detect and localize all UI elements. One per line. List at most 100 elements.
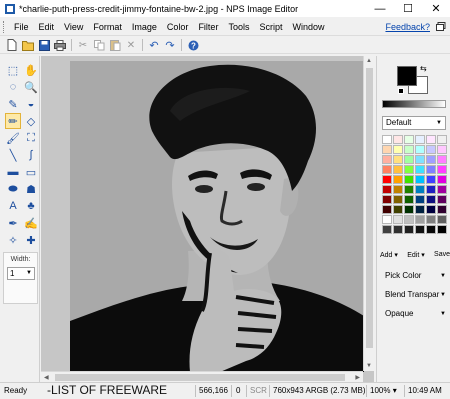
menu-edit[interactable]: Edit — [34, 22, 60, 32]
palette-swatch[interactable] — [415, 225, 425, 234]
palette-swatch[interactable] — [393, 135, 403, 144]
palette-swatch[interactable] — [437, 145, 447, 154]
horizontal-scroll-thumb[interactable] — [55, 374, 345, 381]
move-tool-icon[interactable]: ✚ — [23, 232, 39, 248]
scroll-down-icon[interactable]: ▼ — [366, 363, 372, 369]
lasso-tool-icon[interactable]: ◌ — [5, 79, 21, 95]
palette-swatch[interactable] — [393, 205, 403, 214]
palette-swatch[interactable] — [415, 175, 425, 184]
palette-swatch[interactable] — [382, 185, 392, 194]
line-tool-icon[interactable]: ╲ — [5, 147, 21, 163]
pencil-tool-icon[interactable]: ✏ — [5, 113, 21, 129]
menu-view[interactable]: View — [59, 22, 88, 32]
pen-tool-icon[interactable]: ✒ — [5, 215, 21, 231]
menu-format[interactable]: Format — [88, 22, 127, 32]
gradient-bar[interactable] — [382, 100, 446, 108]
palette-swatch[interactable] — [437, 155, 447, 164]
menu-filter[interactable]: Filter — [193, 22, 223, 32]
palette-swatch[interactable] — [415, 195, 425, 204]
palette-edit-button[interactable]: Edit ▾ — [407, 251, 425, 259]
palette-swatch[interactable] — [393, 155, 403, 164]
canvas-image[interactable] — [70, 61, 364, 372]
palette-swatch[interactable] — [437, 195, 447, 204]
palette-swatch[interactable] — [404, 165, 414, 174]
palette-swatch[interactable] — [437, 185, 447, 194]
palette-swatch[interactable] — [404, 225, 414, 234]
eraser-tool-icon[interactable]: ◇ — [23, 113, 39, 129]
freeform-shape-tool-icon[interactable]: ☗ — [23, 181, 39, 197]
palette-swatch[interactable] — [426, 175, 436, 184]
menu-script[interactable]: Script — [254, 22, 287, 32]
copy-icon[interactable] — [91, 38, 107, 52]
palette-swatch[interactable] — [404, 155, 414, 164]
select-dotted-tool-icon[interactable]: ⬚ — [5, 62, 21, 78]
palette-swatch[interactable] — [426, 155, 436, 164]
blend-mode-select[interactable]: Blend Transpar ▼ — [382, 288, 448, 302]
palette-swatch[interactable] — [415, 215, 425, 224]
palette-swatch[interactable] — [404, 145, 414, 154]
palette-swatch[interactable] — [404, 205, 414, 214]
palette-select[interactable]: Default ▼ — [382, 116, 446, 130]
palette-swatch[interactable] — [426, 205, 436, 214]
palette-swatch[interactable] — [426, 165, 436, 174]
palette-swatch[interactable] — [437, 135, 447, 144]
palette-swatch[interactable] — [415, 135, 425, 144]
save-icon[interactable] — [36, 38, 52, 52]
new-file-icon[interactable] — [4, 38, 20, 52]
minimize-button[interactable]: — — [366, 0, 394, 17]
palette-swatch[interactable] — [382, 175, 392, 184]
palette-swatch[interactable] — [382, 195, 392, 204]
redo-icon[interactable]: ↷ — [162, 38, 178, 52]
status-zoom[interactable]: 100% ▾ — [370, 386, 397, 395]
vertical-scrollbar[interactable]: ▲ ▼ — [363, 56, 374, 371]
palette-add-button[interactable]: Add ▾ — [380, 251, 398, 259]
canvas-workspace[interactable]: ▲ ▼ ◀ ▶ — [41, 56, 374, 382]
scroll-right-icon[interactable]: ▶ — [355, 374, 360, 381]
text-tool-icon[interactable]: A — [5, 198, 21, 214]
menu-color[interactable]: Color — [162, 22, 194, 32]
menu-window[interactable]: Window — [287, 22, 329, 32]
smudge-tool-icon[interactable]: ✍ — [23, 215, 39, 231]
palette-swatch[interactable] — [404, 135, 414, 144]
swap-colors-icon[interactable]: ⇆ — [420, 64, 427, 73]
palette-swatch[interactable] — [382, 225, 392, 234]
horizontal-scrollbar[interactable]: ◀ ▶ — [41, 371, 363, 382]
palette-save-button[interactable]: Save — [434, 251, 450, 259]
palette-swatch[interactable] — [393, 225, 403, 234]
palette-swatch[interactable] — [437, 205, 447, 214]
cut-icon[interactable]: ✂ — [75, 38, 91, 52]
palette-swatch[interactable] — [393, 215, 403, 224]
palette-swatch[interactable] — [415, 145, 425, 154]
menu-tools[interactable]: Tools — [223, 22, 254, 32]
palette-swatch[interactable] — [426, 145, 436, 154]
palette-swatch[interactable] — [404, 195, 414, 204]
feedback-link[interactable]: Feedback? — [385, 22, 430, 32]
palette-swatch[interactable] — [393, 195, 403, 204]
help-icon[interactable]: ? — [185, 38, 201, 52]
palette-swatch[interactable] — [426, 135, 436, 144]
opacity-select[interactable]: Opaque ▼ — [382, 307, 448, 321]
palette-swatch[interactable] — [382, 165, 392, 174]
palette-swatch[interactable] — [382, 205, 392, 214]
open-file-icon[interactable] — [20, 38, 36, 52]
palette-swatch[interactable] — [437, 175, 447, 184]
zoom-tool-icon[interactable]: 🔍 — [23, 79, 39, 95]
brush-tool-icon[interactable]: 🖌 — [5, 130, 21, 146]
scroll-up-icon[interactable]: ▲ — [366, 58, 372, 64]
close-button[interactable]: ✕ — [422, 0, 450, 17]
palette-swatch[interactable] — [415, 185, 425, 194]
palette-swatch[interactable] — [382, 135, 392, 144]
vertical-scroll-thumb[interactable] — [366, 68, 373, 348]
palette-swatch[interactable] — [382, 155, 392, 164]
width-select[interactable]: 1 ▼ — [7, 267, 35, 280]
hand-tool-icon[interactable]: ✋ — [23, 62, 39, 78]
palette-swatch[interactable] — [437, 215, 447, 224]
palette-swatch[interactable] — [426, 185, 436, 194]
rounded-rect-tool-icon[interactable]: ▭ — [23, 164, 39, 180]
palette-swatch[interactable] — [404, 175, 414, 184]
paste-icon[interactable] — [107, 38, 123, 52]
delete-icon[interactable]: ✕ — [123, 38, 139, 52]
rectangle-tool-icon[interactable]: ▬ — [5, 164, 21, 180]
palette-swatch[interactable] — [437, 165, 447, 174]
restore-child-window-icon[interactable] — [436, 22, 446, 31]
